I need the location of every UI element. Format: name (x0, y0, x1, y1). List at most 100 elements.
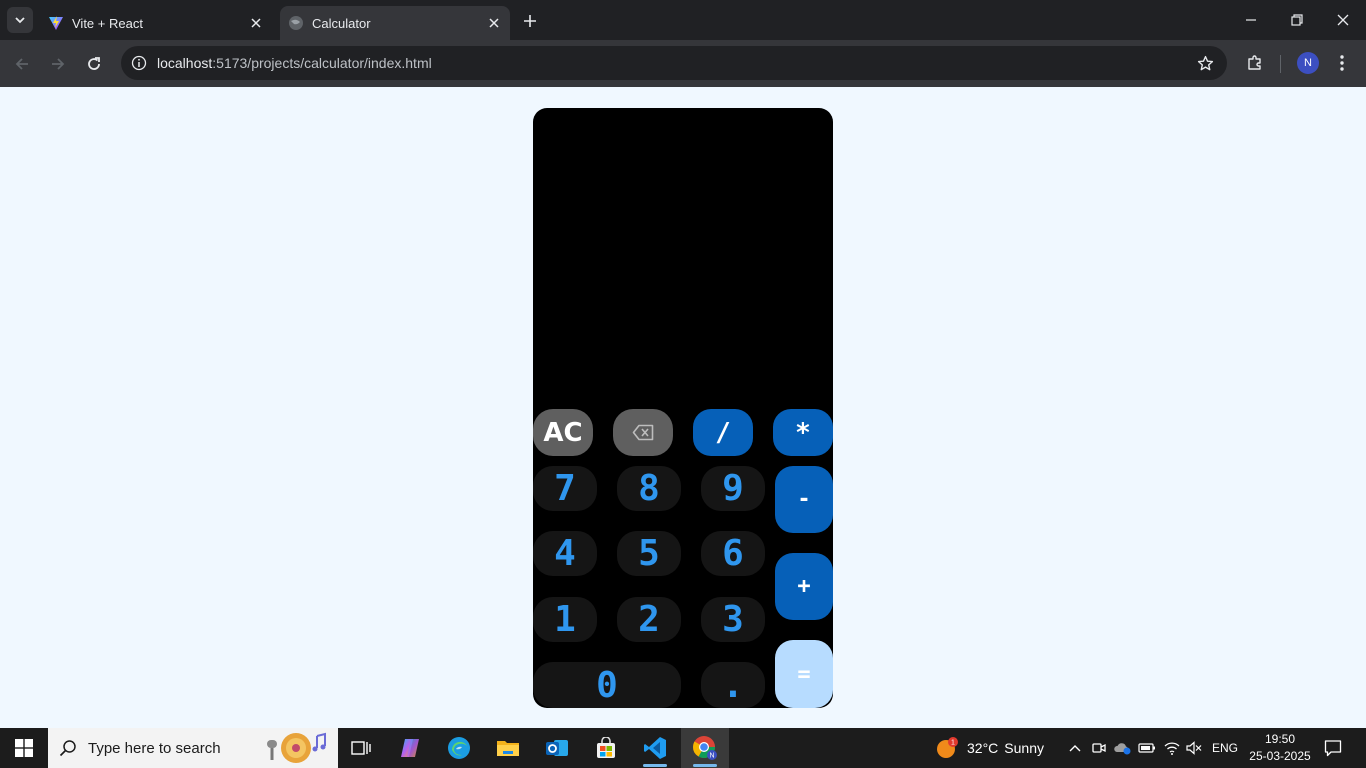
reload-button[interactable] (80, 50, 108, 78)
close-tab-icon[interactable] (246, 13, 266, 33)
windows-logo-icon (15, 739, 33, 757)
toolbar-divider (1280, 55, 1281, 73)
weather-desc: Sunny (1004, 740, 1044, 756)
digit-0-button[interactable]: 0 (533, 662, 681, 708)
digit-5-button[interactable]: 5 (617, 531, 681, 576)
address-bar[interactable]: localhost:5173/projects/calculator/index… (121, 46, 1227, 80)
vite-icon (48, 15, 64, 31)
backspace-icon (632, 424, 654, 441)
input-language[interactable]: ENG (1212, 741, 1238, 755)
browser-tab-bar: Vite + React Calculator (0, 0, 1366, 40)
clock-time: 19:50 (1264, 732, 1296, 746)
backspace-button[interactable] (613, 409, 673, 456)
notification-icon (1324, 740, 1342, 757)
subtract-button[interactable]: - (775, 466, 833, 533)
windows-taskbar: Type here to search N 1 32°C Sunny ENG 1… (0, 728, 1366, 768)
chevron-down-icon (15, 17, 25, 24)
reload-icon (88, 57, 100, 70)
tab-title: Calculator (312, 15, 371, 31)
outlook-icon (546, 740, 568, 756)
digit-9-button[interactable]: 9 (701, 466, 765, 511)
chevron-up-icon (1069, 745, 1081, 752)
restore-button[interactable] (1274, 0, 1320, 40)
puzzle-icon (1248, 55, 1261, 70)
digit-6-button[interactable]: 6 (701, 531, 765, 576)
vscode-icon (644, 737, 666, 759)
tab-title: Vite + React (72, 15, 143, 31)
browser-menu-button[interactable] (1332, 50, 1352, 76)
svg-text:N: N (709, 753, 714, 760)
tab-calculator[interactable]: Calculator (280, 6, 510, 40)
globe-icon (288, 15, 304, 31)
back-button[interactable] (8, 50, 36, 78)
vscode-app[interactable] (631, 728, 679, 768)
wifi-icon[interactable] (1162, 738, 1182, 758)
url-host: localhost (157, 55, 213, 71)
close-window-button[interactable] (1320, 0, 1366, 40)
forward-button[interactable] (44, 50, 72, 78)
minimize-icon (1246, 19, 1256, 21)
equals-button[interactable]: = (775, 640, 833, 708)
add-button[interactable]: + (775, 553, 833, 620)
file-explorer-app[interactable] (484, 728, 532, 768)
url-text: localhost:5173/projects/calculator/index… (157, 55, 432, 71)
digit-4-button[interactable]: 4 (533, 531, 597, 576)
new-tab-button[interactable] (518, 9, 542, 33)
digit-7-button[interactable]: 7 (533, 466, 597, 511)
clear-button[interactable]: AC (533, 409, 593, 456)
minimize-button[interactable] (1228, 0, 1274, 40)
start-button[interactable] (0, 728, 48, 768)
weather-widget[interactable]: 1 32°C Sunny (934, 728, 1044, 768)
browser-toolbar: localhost:5173/projects/calculator/index… (0, 40, 1366, 87)
tab-search-button[interactable] (7, 7, 33, 33)
digit-8-button[interactable]: 8 (617, 466, 681, 511)
digit-3-button[interactable]: 3 (701, 597, 765, 642)
chrome-icon: N (693, 736, 717, 760)
folder-icon (497, 741, 519, 756)
digit-2-button[interactable]: 2 (617, 597, 681, 642)
digit-1-button[interactable]: 1 (533, 597, 597, 642)
more-vertical-icon (1340, 55, 1344, 71)
system-clock[interactable]: 19:50 25-03-2025 (1248, 731, 1312, 765)
close-tab-icon[interactable] (484, 13, 504, 33)
url-path: :5173/projects/calculator/index.html (212, 55, 432, 71)
clock-date: 25-03-2025 (1249, 749, 1311, 763)
task-view-icon (351, 741, 371, 755)
chrome-app[interactable]: N (681, 728, 729, 768)
divide-button[interactable]: / (693, 409, 753, 456)
sun-icon: 1 (937, 737, 958, 758)
tab-vite-react[interactable]: Vite + React (40, 6, 272, 40)
copilot-app[interactable] (386, 728, 434, 768)
battery-icon[interactable] (1137, 738, 1157, 758)
show-hidden-icons-button[interactable] (1065, 738, 1085, 758)
taskbar-search-box[interactable]: Type here to search (48, 728, 338, 768)
onedrive-icon[interactable] (1112, 738, 1132, 758)
arrow-right-icon (52, 58, 65, 70)
multiply-button[interactable]: * (773, 409, 833, 456)
search-highlight-music-icon (267, 732, 326, 763)
weather-badge: 1 (951, 740, 955, 747)
microsoft-store-app[interactable] (582, 728, 630, 768)
edge-browser-app[interactable] (435, 728, 483, 768)
restore-icon (1291, 14, 1303, 26)
search-placeholder: Type here to search (88, 740, 221, 757)
arrow-left-icon (15, 58, 28, 70)
extensions-button[interactable] (1242, 50, 1268, 76)
store-icon (597, 737, 615, 758)
calculator-display (533, 108, 833, 404)
site-info-icon[interactable] (129, 53, 149, 73)
bookmark-star-icon[interactable] (1195, 53, 1215, 73)
outlook-app[interactable] (533, 728, 581, 768)
decimal-button[interactable]: . (701, 662, 765, 708)
weather-temp: 32°C (967, 740, 999, 756)
copilot-icon (401, 739, 419, 757)
notifications-button[interactable] (1320, 736, 1346, 760)
task-view-button[interactable] (337, 728, 385, 768)
plus-icon (524, 15, 536, 27)
volume-muted-icon[interactable] (1184, 738, 1204, 758)
close-icon (1337, 14, 1349, 26)
profile-avatar[interactable]: N (1297, 52, 1319, 74)
meet-now-icon[interactable] (1089, 738, 1109, 758)
edge-icon (448, 737, 470, 759)
calculator: AC / * 7 8 9 - 4 5 6 + 1 2 3 0 . = (533, 108, 833, 708)
